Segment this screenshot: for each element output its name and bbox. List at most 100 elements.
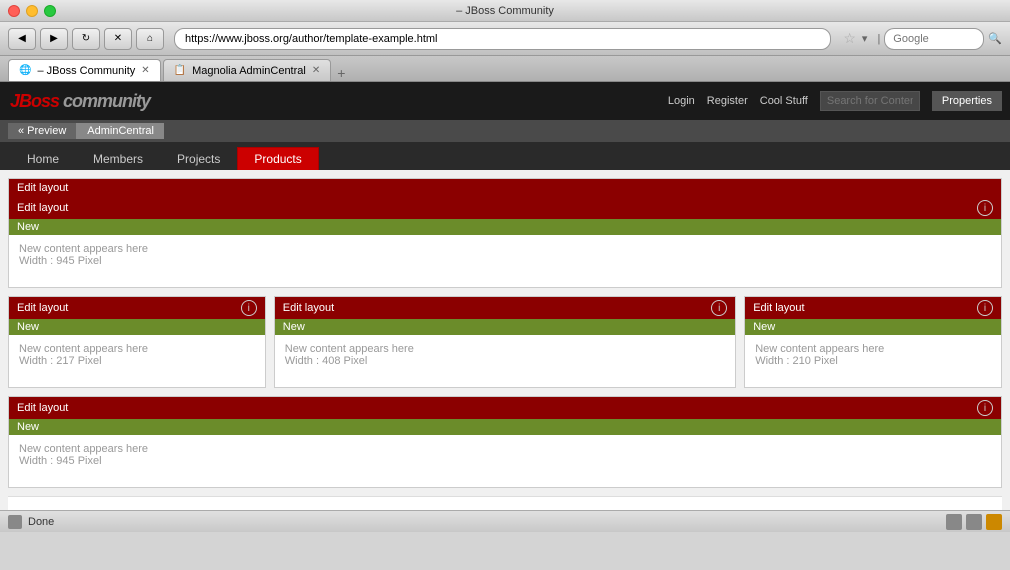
col2-new-bar[interactable]: New [275,319,735,335]
footer-enterprise-link[interactable]: JBoss Enterprise [522,509,605,510]
login-link[interactable]: Login [668,95,695,107]
footer-redhat-link[interactable]: Red Hat [614,509,654,510]
admin-bar: « Preview AdminCentral [0,120,1010,142]
bottom-edit-layout-bar[interactable]: Edit layout i [9,397,1001,419]
back-button[interactable]: ◀ [8,28,36,50]
preview-button[interactable]: « Preview [8,123,77,139]
col2-edit-layout-bar[interactable]: Edit layout i [275,297,735,319]
col3-content-placeholder: New content appears here Width : 210 Pix… [745,335,1001,387]
status-icons [946,514,1002,530]
col2-placeholder-width: Width : 408 Pixel [285,355,725,367]
col1-edit-layout-label: Edit layout [17,302,68,314]
top-inner-edit-layout-bar[interactable]: Edit layout i [9,197,1001,219]
bottom-edit-layout-label: Edit layout [17,402,68,414]
nav-tab-projects[interactable]: Projects [160,147,237,170]
col2-content-placeholder: New content appears here Width : 408 Pix… [275,335,735,387]
header-nav: Login Register Cool Stuff Properties [668,91,1010,111]
status-left: Done [8,515,54,529]
tab-magnolia[interactable]: 📋 Magnolia AdminCentral ✕ [163,59,332,81]
footer-contact-link[interactable]: Contact Us [410,509,464,510]
forward-button[interactable]: ▶ [40,28,68,50]
tab-favicon-magnolia: 📋 [174,65,186,76]
status-bar: Done [0,510,1010,532]
col1-content-placeholder: New content appears here Width : 217 Pix… [9,335,265,387]
new-tab-button[interactable]: + [337,65,345,81]
col3-edit-layout-bar[interactable]: Edit layout i [745,297,1001,319]
col3-placeholder-width: Width : 210 Pixel [755,355,991,367]
bottom-new-bar[interactable]: New [9,419,1001,435]
tab-close-jboss[interactable]: ✕ [141,65,149,76]
col1-placeholder-text: New content appears here [19,343,255,355]
three-col-row: Edit layout i New New content appears he… [8,296,1002,388]
separator: ▾ [862,32,868,45]
bottom-content-placeholder: New content appears here Width : 945 Pix… [9,435,1001,487]
jboss-nav: Home Members Projects Products [0,142,1010,170]
nav-tab-products[interactable]: Products [237,147,318,170]
top-inner-edit-layout-label: Edit layout [17,202,68,214]
tab-favicon-jboss: 🌐 [19,65,31,76]
top-placeholder-text: New content appears here [19,243,991,255]
col2-placeholder-text: New content appears here [285,343,725,355]
info-icon[interactable]: i [977,200,993,216]
col1-info-icon[interactable]: i [241,300,257,316]
bottom-info-icon[interactable]: i [977,400,993,416]
browser-toolbar: ◀ ▶ ↻ ✕ ⌂ ☆ ▾ | 🔍 [0,22,1010,56]
status-label: Done [28,516,54,528]
header-search-input[interactable] [820,91,920,111]
tab-bar: 🌐 – JBoss Community ✕ 📋 Magnolia AdminCe… [0,56,1010,82]
tab-label-jboss: – JBoss Community [37,65,135,77]
window-chrome: – JBoss Community [0,0,1010,22]
stop-button[interactable]: ✕ [104,28,132,50]
col2-info-icon[interactable]: i [711,300,727,316]
col1-new-bar[interactable]: New [9,319,265,335]
tab-close-magnolia[interactable]: ✕ [312,65,320,76]
status-icon-3 [986,514,1002,530]
col2-new-label: New [283,321,305,333]
refresh-button[interactable]: ↻ [72,28,100,50]
col3-edit-layout-label: Edit layout [753,302,804,314]
status-icon-2 [966,514,982,530]
logo-sub: community [63,91,150,111]
jboss-header: JBoss community Login Register Cool Stuf… [0,82,1010,120]
footer-careers-link[interactable]: Careers [474,509,513,510]
col1-placeholder-width: Width : 217 Pixel [19,355,255,367]
tab-label-magnolia: Magnolia AdminCentral [192,65,306,77]
top-new-bar[interactable]: New [9,219,1001,235]
nav-tab-home[interactable]: Home [10,147,76,170]
col3-new-bar[interactable]: New [745,319,1001,335]
top-section-inner: Edit layout i New New content appears he… [9,197,1001,287]
col2-edit-layout-label: Edit layout [283,302,334,314]
col3-new-label: New [753,321,775,333]
bottom-section: Edit layout i New New content appears he… [8,396,1002,488]
top-edit-layout-bar[interactable]: Edit layout [9,179,1001,197]
close-button[interactable] [8,5,20,17]
register-link[interactable]: Register [707,95,748,107]
jboss-footer: About Us | Contact Us | Careers | JBoss … [8,496,1002,510]
nav-tab-members[interactable]: Members [76,147,160,170]
address-bar[interactable] [174,28,831,50]
home-button[interactable]: ⌂ [136,28,164,50]
bottom-new-label: New [17,421,39,433]
footer-about-link[interactable]: About Us [356,509,401,510]
status-favicon [8,515,22,529]
properties-button[interactable]: Properties [932,91,1002,111]
admin-central-button[interactable]: AdminCentral [77,123,164,139]
col1-edit-layout-bar[interactable]: Edit layout i [9,297,265,319]
top-section-outer: Edit layout Edit layout i New New conten… [8,178,1002,288]
cool-stuff-link[interactable]: Cool Stuff [760,95,808,107]
top-content-placeholder: New content appears here Width : 945 Pix… [9,235,1001,287]
bookmark-icon[interactable]: ☆ [843,30,856,47]
search-input[interactable] [884,28,984,50]
top-edit-layout-label: Edit layout [17,182,68,194]
separator2: | [877,33,880,45]
top-new-label: New [17,221,39,233]
col3-info-icon[interactable]: i [977,300,993,316]
window-controls[interactable] [8,5,56,17]
jboss-logo: JBoss community [10,91,150,112]
search-icon: 🔍 [988,32,1002,45]
minimize-button[interactable] [26,5,38,17]
col1-new-label: New [17,321,39,333]
maximize-button[interactable] [44,5,56,17]
col3-placeholder-text: New content appears here [755,343,991,355]
tab-jboss[interactable]: 🌐 – JBoss Community ✕ [8,59,161,81]
